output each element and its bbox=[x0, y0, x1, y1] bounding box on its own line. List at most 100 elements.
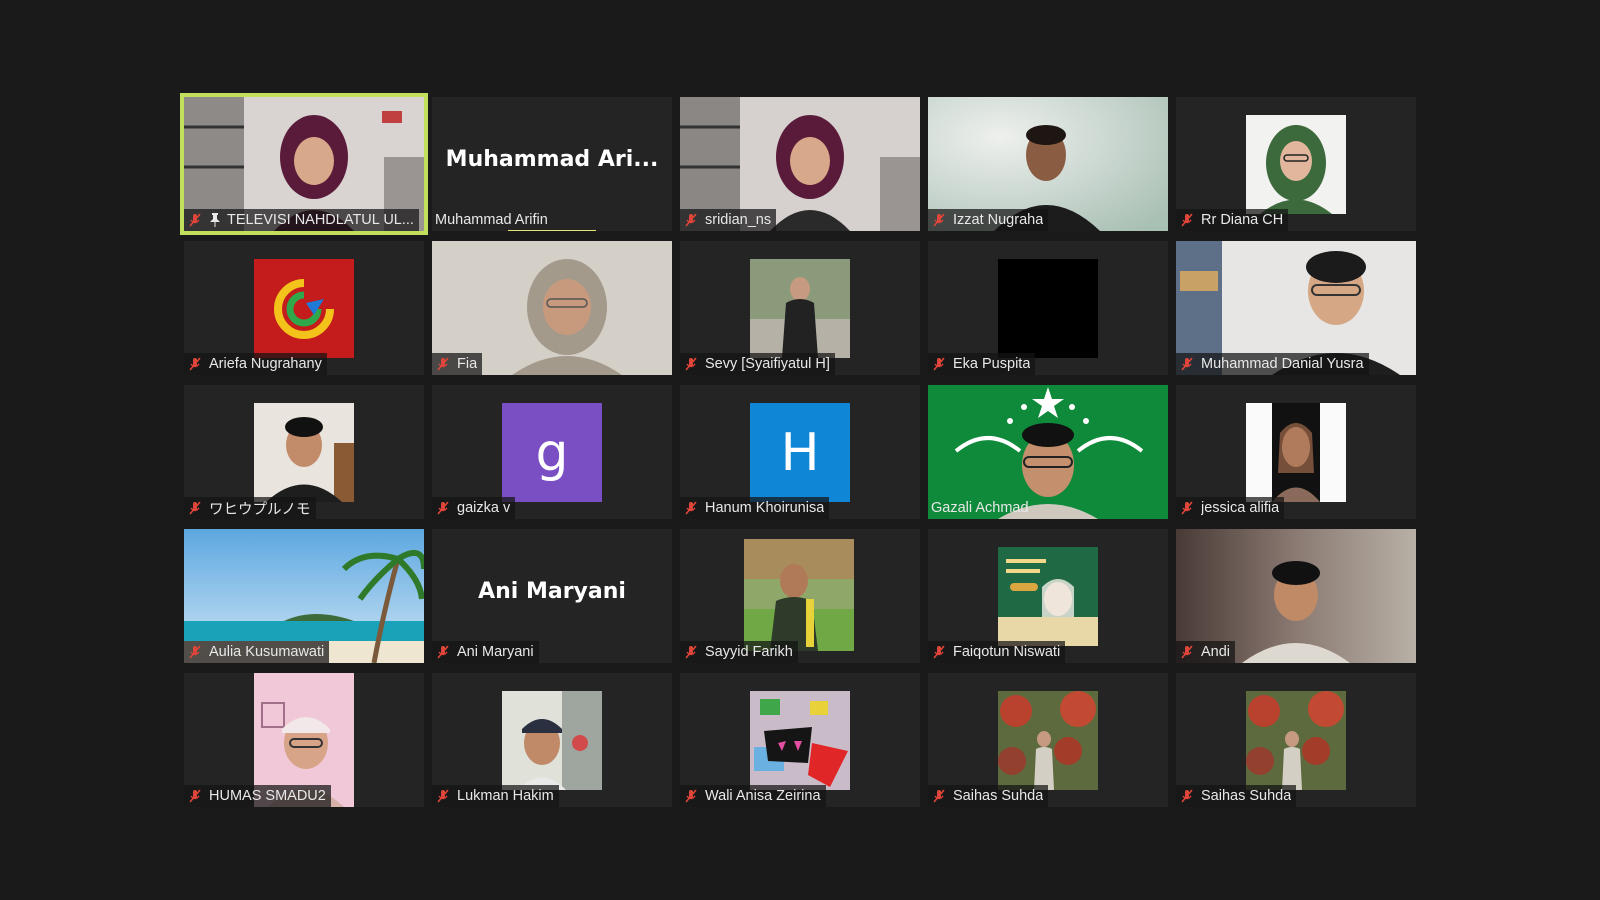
speaking-indicator bbox=[508, 230, 596, 231]
participant-name-label: HUMAS SMADU2 bbox=[184, 785, 331, 807]
participant-name: Muhammad Danial Yusra bbox=[1201, 356, 1364, 372]
profile-photo bbox=[1246, 691, 1346, 790]
participant-display-name: Ani Maryani bbox=[478, 579, 626, 604]
participant-tile[interactable]: Faiqotun Niswati bbox=[928, 529, 1168, 663]
participant-tile[interactable]: Ariefa Nugrahany bbox=[184, 241, 424, 375]
participant-name-label: gaizka v bbox=[432, 497, 516, 519]
mic-muted-icon bbox=[685, 501, 697, 515]
participant-name: Wali Anisa Zeirina bbox=[705, 788, 821, 804]
mic-muted-icon bbox=[933, 357, 945, 371]
mic-muted-icon bbox=[189, 213, 201, 227]
profile-photo bbox=[502, 691, 602, 790]
participant-name-label: Ani Maryani bbox=[432, 641, 539, 663]
mic-muted-icon bbox=[933, 645, 945, 659]
participant-name: Muhammad Arifin bbox=[435, 212, 548, 228]
mic-muted-icon bbox=[1181, 213, 1193, 227]
participant-name-label: Gazali Achmad bbox=[928, 497, 1034, 519]
participant-tile[interactable]: Sevy [Syaifiyatul H] bbox=[680, 241, 920, 375]
participant-name: Lukman Hakim bbox=[457, 788, 554, 804]
mic-muted-icon bbox=[189, 501, 201, 515]
participant-display-name: Muhammad Ari... bbox=[445, 147, 659, 172]
pin-icon bbox=[210, 213, 220, 227]
mic-muted-icon bbox=[437, 645, 449, 659]
participant-name-label: Izzat Nugraha bbox=[928, 209, 1049, 231]
participant-tile[interactable]: jessica alifia bbox=[1176, 385, 1416, 519]
participant-name: Eka Puspita bbox=[953, 356, 1031, 372]
mic-muted-icon bbox=[685, 357, 697, 371]
participant-name-label: ワヒウプルノモ bbox=[184, 497, 316, 519]
participant-tile[interactable]: sridian_ns bbox=[680, 97, 920, 231]
profile-photo bbox=[744, 539, 854, 651]
profile-photo bbox=[750, 691, 850, 790]
mic-muted-icon bbox=[437, 789, 449, 803]
profile-photo bbox=[254, 403, 354, 502]
participant-name-label: Faiqotun Niswati bbox=[928, 641, 1066, 663]
participant-tile[interactable]: Eka Puspita bbox=[928, 241, 1168, 375]
participant-tile[interactable]: g gaizka v bbox=[432, 385, 672, 519]
participant-name: Izzat Nugraha bbox=[953, 212, 1044, 228]
mic-muted-icon bbox=[1181, 789, 1193, 803]
profile-photo bbox=[998, 691, 1098, 790]
mic-muted-icon bbox=[685, 213, 697, 227]
participant-tile[interactable]: Muhammad Ari... Muhammad Arifin bbox=[432, 97, 672, 231]
participant-tile[interactable]: ワヒウプルノモ bbox=[184, 385, 424, 519]
logo-picture bbox=[254, 259, 354, 358]
participant-name: Saihas Suhda bbox=[1201, 788, 1292, 804]
participant-name-label: Eka Puspita bbox=[928, 353, 1036, 375]
participant-name-label: Saihas Suhda bbox=[1176, 785, 1297, 807]
participant-name-label: Fia bbox=[432, 353, 483, 375]
participant-name-label: Sayyid Farikh bbox=[680, 641, 798, 663]
participant-name: TELEVISI NAHDLATUL UL... bbox=[227, 212, 414, 228]
participant-tile[interactable]: Andi bbox=[1176, 529, 1416, 663]
participant-name-label: Hanum Khoirunisa bbox=[680, 497, 830, 519]
participant-name: ワヒウプルノモ bbox=[209, 501, 311, 518]
mic-muted-icon bbox=[685, 789, 697, 803]
mic-muted-icon bbox=[685, 645, 697, 659]
participant-name: Ariefa Nugrahany bbox=[209, 356, 322, 372]
avatar-initial: g bbox=[502, 403, 602, 502]
participant-name: Saihas Suhda bbox=[953, 788, 1044, 804]
profile-photo bbox=[998, 547, 1098, 646]
participant-tile[interactable]: HUMAS SMADU2 bbox=[184, 673, 424, 807]
participant-tile[interactable]: H Hanum Khoirunisa bbox=[680, 385, 920, 519]
participant-name: Hanum Khoirunisa bbox=[705, 500, 825, 516]
participant-name-label: TELEVISI NAHDLATUL UL... bbox=[184, 209, 419, 231]
participant-name-label: jessica alifia bbox=[1176, 497, 1285, 519]
participant-tile[interactable]: Rr Diana CH bbox=[1176, 97, 1416, 231]
mic-muted-icon bbox=[189, 789, 201, 803]
participant-tile[interactable]: Ani Maryani Ani Maryani bbox=[432, 529, 672, 663]
participant-name-label: Sevy [Syaifiyatul H] bbox=[680, 353, 835, 375]
participant-name: jessica alifia bbox=[1201, 500, 1280, 516]
participant-name: Fia bbox=[457, 356, 478, 372]
participant-tile[interactable]: Fia bbox=[432, 241, 672, 375]
participant-name: gaizka v bbox=[457, 500, 511, 516]
mic-muted-icon bbox=[1181, 357, 1193, 371]
participant-tile[interactable]: Saihas Suhda bbox=[1176, 673, 1416, 807]
participant-name-label: Rr Diana CH bbox=[1176, 209, 1289, 231]
participant-tile[interactable]: Aulia Kusumawati bbox=[184, 529, 424, 663]
mic-muted-icon bbox=[933, 213, 945, 227]
participant-tile[interactable]: Lukman Hakim bbox=[432, 673, 672, 807]
avatar-initial: H bbox=[750, 403, 850, 502]
participant-tile[interactable]: Gazali Achmad bbox=[928, 385, 1168, 519]
participant-tile[interactable]: TELEVISI NAHDLATUL UL... bbox=[180, 93, 428, 235]
participant-name: Gazali Achmad bbox=[931, 500, 1029, 516]
participant-tile[interactable]: Sayyid Farikh bbox=[680, 529, 920, 663]
profile-photo bbox=[1246, 403, 1346, 502]
participant-gallery: TELEVISI NAHDLATUL UL... Muhammad Ari...… bbox=[180, 93, 1416, 807]
black-picture bbox=[998, 259, 1098, 358]
participant-name-label: Wali Anisa Zeirina bbox=[680, 785, 826, 807]
participant-name: Faiqotun Niswati bbox=[953, 644, 1061, 660]
participant-tile[interactable]: Wali Anisa Zeirina bbox=[680, 673, 920, 807]
participant-name: HUMAS SMADU2 bbox=[209, 788, 326, 804]
participant-tile[interactable]: Muhammad Danial Yusra bbox=[1176, 241, 1416, 375]
mic-muted-icon bbox=[437, 357, 449, 371]
participant-tile[interactable]: Izzat Nugraha bbox=[928, 97, 1168, 231]
participant-name-label: Lukman Hakim bbox=[432, 785, 559, 807]
participant-tile[interactable]: Saihas Suhda bbox=[928, 673, 1168, 807]
participant-name-label: sridian_ns bbox=[680, 209, 777, 231]
mic-muted-icon bbox=[437, 501, 449, 515]
participant-name-label: Saihas Suhda bbox=[928, 785, 1049, 807]
mic-muted-icon bbox=[933, 789, 945, 803]
participant-name: Aulia Kusumawati bbox=[209, 644, 325, 660]
